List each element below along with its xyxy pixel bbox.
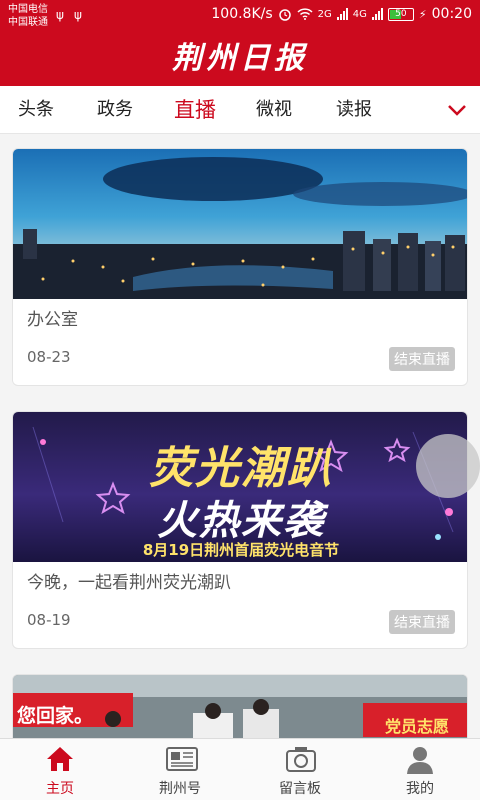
usb-icon: ψ [74,8,82,22]
nav-mine[interactable]: 我的 [360,739,480,800]
tab-government[interactable]: 政务 [97,86,133,134]
live-card[interactable]: 荧光潮趴 火热来袭 8月19日荆州首届荧光电音节 今晚，一起看荆州荧光潮趴 08… [12,411,468,649]
signal-icon [371,8,383,20]
camera-icon [286,747,316,772]
nav-label: 主页 [46,781,74,797]
nav-home[interactable]: 主页 [0,739,120,800]
card-date: 08-23 [27,348,71,366]
status-badge: 结束直播 [389,347,455,371]
app-logo: 荆州日报 [172,41,308,76]
card-title[interactable]: 今晚，一起看荆州荧光潮趴 [27,568,231,593]
wifi-icon [297,8,313,20]
usb-icon: ψ [56,8,64,22]
network-type-2: 4G [352,8,367,20]
nav-label: 荆州号 [159,781,201,797]
user-icon [407,747,433,774]
card-date: 08-19 [27,611,71,629]
nav-label: 我的 [406,781,434,797]
network-speed: 100.8K/s [211,6,273,22]
card-title[interactable]: 办公室 [27,305,78,330]
poster-subtitle: 8月19日荆州首届荧光电音节 [142,541,340,559]
charging-icon: ⚡ [418,7,427,21]
carrier-1: 中国电信 [8,4,48,15]
poster-headline-2: 火热来袭 [157,498,325,544]
nav-jingzhou-hao[interactable]: 荆州号 [120,739,240,800]
banner-text-left: 您回家。 [17,705,94,727]
home-icon [47,747,73,771]
signal-icon [336,8,348,20]
tab-read-paper[interactable]: 读报 [336,86,372,134]
status-bar: 中国电信 中国联通 ψ ψ 100.8K/s 2G 4G 50 ⚡ 00:20 [0,0,480,32]
network-type-1: 2G [317,8,332,20]
banner-text-right: 党员志愿 [385,717,450,736]
card-thumbnail-city-night[interactable] [13,149,467,299]
battery-icon: 50 [387,7,414,21]
newspaper-icon [166,747,198,771]
tab-headlines[interactable]: 头条 [18,86,54,134]
poster-headline-1: 荧光潮趴 [149,443,333,494]
chevron-down-icon[interactable] [446,99,468,121]
battery-level: 50 [395,8,407,19]
carrier-2: 中国联通 [8,17,48,28]
bottom-navigation: 主页 荆州号 留言板 我的 [0,738,480,800]
tab-live[interactable]: 直播 [174,86,216,134]
floating-action-button[interactable] [416,434,480,498]
carrier-info: 中国电信 中国联通 [8,3,48,29]
clock: 00:20 [431,6,472,22]
tab-micro-video[interactable]: 微视 [256,86,292,134]
app-header: 荆州日报 [0,32,480,86]
alarm-icon [278,9,291,21]
channel-tabs: 头条 政务 直播 微视 读报 [0,86,480,134]
live-card[interactable]: 办公室 08-23 结束直播 [12,148,468,386]
status-badge: 结束直播 [389,610,455,634]
nav-label: 留言板 [279,781,321,797]
card-thumbnail-poster[interactable]: 荧光潮趴 火热来袭 8月19日荆州首届荧光电音节 [13,412,467,562]
nav-message-board[interactable]: 留言板 [240,739,360,800]
